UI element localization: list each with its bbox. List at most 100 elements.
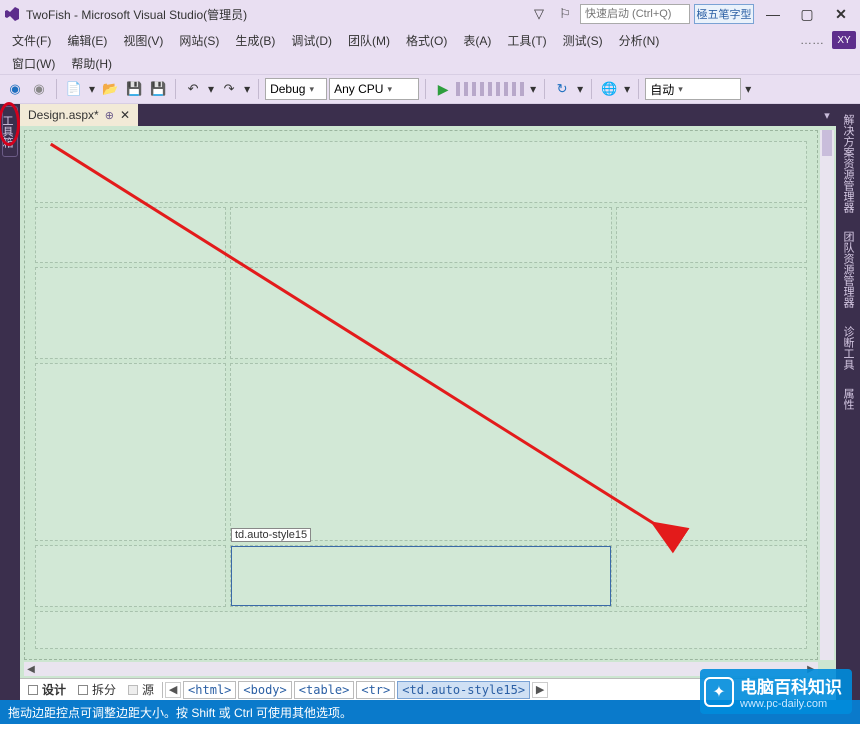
main-area: 工具箱 Design.aspx* ⊕ ✕ ▾ <box>0 104 860 700</box>
run-dropdown[interactable]: ▾ <box>528 82 538 96</box>
layout-table[interactable]: td.auto-style15 <box>31 137 811 653</box>
design-view-icon <box>28 685 38 695</box>
team-explorer-tab[interactable]: 团队资源管理器 <box>838 225 858 314</box>
menu-edit[interactable]: 编辑(E) <box>59 30 115 51</box>
table-cell[interactable] <box>35 207 226 263</box>
refresh-dropdown[interactable]: ▾ <box>575 82 585 96</box>
menu-table[interactable]: 表(A) <box>455 30 499 51</box>
view-tab-design[interactable]: 设计 <box>22 680 72 699</box>
menu-file[interactable]: 文件(F) <box>4 30 59 51</box>
menu-test[interactable]: 测试(S) <box>555 30 611 51</box>
redo-dropdown[interactable]: ▾ <box>242 82 252 96</box>
run-target-blur[interactable] <box>456 82 526 96</box>
menu-view[interactable]: 视图(V) <box>115 30 171 51</box>
status-text: 拖动边距控点可调整边距大小。按 Shift 或 Ctrl 可使用其他选项。 <box>8 704 352 721</box>
menu-bar-row2: 窗口(W) 帮助(H) <box>0 52 860 74</box>
menu-build[interactable]: 生成(B) <box>227 30 283 51</box>
menu-tools[interactable]: 工具(T) <box>499 30 554 51</box>
title-bar: TwoFish - Microsoft Visual Studio(管理员) ▽… <box>0 0 860 28</box>
nav-back-button[interactable]: ◉ <box>4 78 26 100</box>
table-cell[interactable] <box>35 267 226 359</box>
properties-tab[interactable]: 属性 <box>838 382 858 416</box>
new-project-dropdown[interactable]: ▾ <box>87 82 97 96</box>
separator <box>258 79 259 99</box>
watermark: ✦ 电脑百科知识 www.pc-daily.com <box>700 669 852 714</box>
document-tab[interactable]: Design.aspx* ⊕ ✕ <box>20 104 138 126</box>
menu-bar: 文件(F) 编辑(E) 视图(V) 网站(S) 生成(B) 调试(D) 团队(M… <box>0 28 860 52</box>
pin-icon[interactable]: ⊕ <box>105 109 114 122</box>
view-tab-split[interactable]: 拆分 <box>72 680 122 699</box>
notifications-icon[interactable]: ▽ <box>528 3 550 25</box>
table-cell[interactable] <box>616 545 807 607</box>
tab-close-icon[interactable]: ✕ <box>120 108 130 122</box>
browse-dropdown[interactable]: ▾ <box>622 82 632 96</box>
breadcrumb-tr[interactable]: <tr> <box>356 681 395 699</box>
menu-website[interactable]: 网站(S) <box>171 30 227 51</box>
open-button[interactable]: 📂 <box>99 78 121 100</box>
view-tab-source[interactable]: 源 <box>122 680 160 699</box>
feedback-icon[interactable]: ⚐ <box>554 3 576 25</box>
menu-help[interactable]: 帮助(H) <box>63 53 120 74</box>
quick-launch-input[interactable] <box>580 4 690 24</box>
separator <box>425 79 426 99</box>
refresh-button[interactable]: ↻ <box>551 78 573 100</box>
scroll-left-arrow[interactable]: ◀ <box>24 662 38 676</box>
run-button[interactable]: ▶ <box>432 78 454 100</box>
auto-combo[interactable]: 自动▾ <box>645 78 741 100</box>
browse-button[interactable]: 🌐 <box>598 78 620 100</box>
platform-combo[interactable]: Any CPU▾ <box>329 78 419 100</box>
save-button[interactable]: 💾 <box>123 78 145 100</box>
account-menu[interactable]: …… <box>800 33 824 47</box>
table-cell[interactable]: td.auto-style15 <box>230 545 612 607</box>
scrollbar-track[interactable] <box>38 664 804 674</box>
minimize-button[interactable]: — <box>758 4 788 24</box>
diagnostics-tab[interactable]: 诊断工具 <box>838 320 858 376</box>
undo-dropdown[interactable]: ▾ <box>206 82 216 96</box>
table-cell[interactable] <box>230 363 612 541</box>
table-cell[interactable] <box>230 207 612 263</box>
horizontal-scrollbar[interactable]: ◀ ▶ <box>24 662 818 676</box>
table-cell[interactable] <box>616 267 807 541</box>
view-tab-label: 设计 <box>42 681 66 698</box>
design-canvas[interactable]: td.auto-style15 ◀ ▶ <box>20 126 836 678</box>
vertical-scrollbar[interactable] <box>820 130 834 660</box>
split-view-icon <box>78 685 88 695</box>
toolbox-tab[interactable]: 工具箱 <box>2 106 18 157</box>
nav-forward-button[interactable]: ◉ <box>28 78 50 100</box>
config-combo[interactable]: Debug▾ <box>265 78 327 100</box>
scrollbar-thumb[interactable] <box>822 130 832 156</box>
table-cell[interactable] <box>230 267 612 359</box>
redo-button[interactable]: ↷ <box>218 78 240 100</box>
document-tab-label: Design.aspx* <box>28 108 99 122</box>
undo-button[interactable]: ↶ <box>182 78 204 100</box>
save-all-button[interactable]: 💾 <box>147 78 169 100</box>
menu-analyze[interactable]: 分析(N) <box>611 30 668 51</box>
ime-badge[interactable]: 極五笔字型 <box>694 4 754 24</box>
window-title: TwoFish - Microsoft Visual Studio(管理员) <box>26 6 247 23</box>
menu-window[interactable]: 窗口(W) <box>4 53 63 74</box>
restore-button[interactable]: ▢ <box>792 4 822 24</box>
close-button[interactable]: ✕ <box>826 4 856 24</box>
menu-team[interactable]: 团队(M) <box>340 30 398 51</box>
solution-explorer-tab[interactable]: 解决方案资源管理器 <box>838 108 858 219</box>
menu-format[interactable]: 格式(O) <box>398 30 455 51</box>
auto-dropdown2[interactable]: ▾ <box>743 82 753 96</box>
user-badge[interactable]: XY <box>832 31 856 49</box>
separator <box>591 79 592 99</box>
table-cell[interactable] <box>35 141 807 203</box>
table-cell[interactable] <box>616 207 807 263</box>
breadcrumb-table[interactable]: <table> <box>294 681 355 699</box>
breadcrumb-html[interactable]: <html> <box>183 681 236 699</box>
table-cell[interactable] <box>35 363 226 541</box>
selected-cell[interactable] <box>231 546 611 606</box>
breadcrumb-prev[interactable]: ◀ <box>165 682 181 698</box>
view-tab-label: 源 <box>142 681 154 698</box>
table-cell[interactable] <box>35 611 807 649</box>
table-cell[interactable] <box>35 545 226 607</box>
breadcrumb-td[interactable]: <td.auto-style15> <box>397 681 530 699</box>
new-project-button[interactable]: 📄 <box>63 78 85 100</box>
breadcrumb-body[interactable]: <body> <box>238 681 291 699</box>
tab-overflow-button[interactable]: ▾ <box>818 104 836 126</box>
breadcrumb-next[interactable]: ▶ <box>532 682 548 698</box>
menu-debug[interactable]: 调试(D) <box>283 30 340 51</box>
